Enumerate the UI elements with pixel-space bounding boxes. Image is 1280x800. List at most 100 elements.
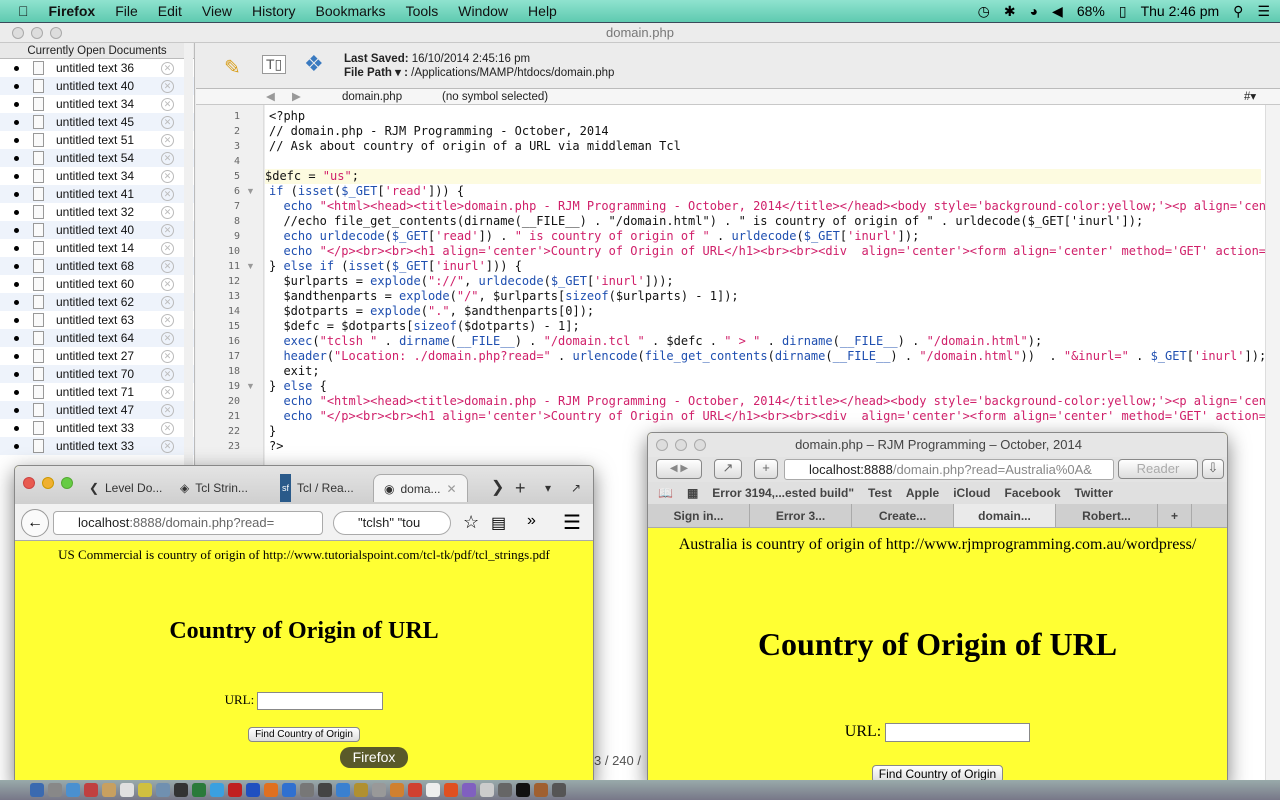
reading-list-icon[interactable]: 📖 <box>658 486 673 500</box>
document-item[interactable]: untitled text 40 ✕ <box>0 77 194 95</box>
symbol-selector[interactable]: (no symbol selected) <box>442 89 548 105</box>
close-document-icon[interactable]: ✕ <box>161 385 174 399</box>
dock-app-icon[interactable] <box>282 783 296 797</box>
minimize-button[interactable] <box>42 477 54 489</box>
close-document-icon[interactable]: ✕ <box>161 295 174 309</box>
dock-app-icon[interactable] <box>390 783 404 797</box>
document-item[interactable]: untitled text 64 ✕ <box>0 329 194 347</box>
close-document-icon[interactable]: ✕ <box>161 313 174 327</box>
dock-app-icon[interactable] <box>66 783 80 797</box>
document-item[interactable]: untitled text 36 ✕ <box>0 59 194 77</box>
dock-app-icon[interactable] <box>336 783 350 797</box>
tab-scroll-right[interactable]: ❯ <box>491 474 504 502</box>
close-document-icon[interactable]: ✕ <box>161 439 174 453</box>
dock-app-icon[interactable] <box>210 783 224 797</box>
bluetooth-icon[interactable]: ✱ <box>1004 3 1016 20</box>
close-document-icon[interactable]: ✕ <box>161 205 174 219</box>
close-button[interactable] <box>23 477 35 489</box>
dock-app-icon[interactable] <box>372 783 386 797</box>
back-button[interactable]: ← <box>21 509 49 537</box>
find-country-button[interactable]: Find Country of Origin <box>248 727 360 742</box>
overflow-icon[interactable]: » <box>527 512 536 530</box>
document-item[interactable]: untitled text 34 ✕ <box>0 167 194 185</box>
menu-help[interactable]: Help <box>528 3 557 19</box>
clipboard-icon[interactable]: ▤ <box>491 513 506 533</box>
close-document-icon[interactable]: ✕ <box>161 421 174 435</box>
time-machine-icon[interactable]: ◷ <box>978 3 990 20</box>
menu-view[interactable]: View <box>202 3 232 19</box>
fold-arrow-icon[interactable]: ▼ <box>246 259 255 274</box>
bookmark-item[interactable]: Test <box>868 486 892 500</box>
zoom-button[interactable] <box>61 477 73 489</box>
downloads-icon[interactable]: ⇩ <box>1202 459 1224 479</box>
dock-app-icon[interactable] <box>174 783 188 797</box>
dock-app-icon[interactable] <box>354 783 368 797</box>
menu-app[interactable]: Firefox <box>49 3 96 19</box>
close-document-icon[interactable]: ✕ <box>161 169 174 183</box>
tab-scroll-left[interactable]: ❮ <box>89 474 99 502</box>
dock-app-icon[interactable] <box>120 783 134 797</box>
dock-app-icon[interactable] <box>552 783 566 797</box>
close-document-icon[interactable]: ✕ <box>161 151 174 165</box>
menu-history[interactable]: History <box>252 3 296 19</box>
forward-arrow-icon[interactable]: ▶ <box>292 89 301 105</box>
document-item[interactable]: untitled text 45 ✕ <box>0 113 194 131</box>
document-item[interactable]: untitled text 54 ✕ <box>0 149 194 167</box>
editor-scrollbar[interactable] <box>1265 105 1280 783</box>
document-item[interactable]: untitled text 32 ✕ <box>0 203 194 221</box>
tab-create[interactable]: Create... <box>852 504 954 527</box>
close-document-icon[interactable]: ✕ <box>161 115 174 129</box>
tab-tcl-rea[interactable]: sf Tcl / Rea... <box>280 474 354 502</box>
close-button[interactable] <box>12 27 24 39</box>
safari-url-bar[interactable]: localhost:8888/domain.php?read=Australia… <box>784 459 1114 480</box>
document-item[interactable]: untitled text 63 ✕ <box>0 311 194 329</box>
menu-edit[interactable]: Edit <box>158 3 182 19</box>
document-item[interactable]: untitled text 71 ✕ <box>0 383 194 401</box>
document-item[interactable]: untitled text 27 ✕ <box>0 347 194 365</box>
tab-domain[interactable]: domain... <box>954 504 1056 527</box>
apple-icon[interactable]:  <box>18 3 29 19</box>
dock-app-icon[interactable] <box>534 783 548 797</box>
pencil-icon[interactable]: ✎ <box>224 55 241 80</box>
tab-domain[interactable]: ◉ doma... ✕ <box>373 474 468 502</box>
dock-app-icon[interactable] <box>480 783 494 797</box>
document-item[interactable]: untitled text 51 ✕ <box>0 131 194 149</box>
document-item[interactable]: untitled text 68 ✕ <box>0 257 194 275</box>
bookmark-item[interactable]: Apple <box>906 486 939 500</box>
url-bar[interactable]: localhost:8888/domain.php?read= <box>53 511 323 535</box>
close-document-icon[interactable]: ✕ <box>161 331 174 345</box>
new-tab-button[interactable]: + <box>1158 504 1192 527</box>
dock-app-icon[interactable] <box>156 783 170 797</box>
tab-error[interactable]: Error 3... <box>750 504 852 527</box>
list-tabs-icon[interactable]: ▾ <box>545 474 551 502</box>
dock-app-icon[interactable] <box>102 783 116 797</box>
close-document-icon[interactable]: ✕ <box>161 61 174 75</box>
url-input[interactable] <box>257 692 384 711</box>
bookmark-star-icon[interactable]: ☆ <box>463 512 479 533</box>
document-item[interactable]: untitled text 33 ✕ <box>0 437 194 455</box>
document-item[interactable]: untitled text 47 ✕ <box>0 401 194 419</box>
minimize-button[interactable] <box>675 439 687 451</box>
close-document-icon[interactable]: ✕ <box>161 133 174 147</box>
back-arrow-icon[interactable]: ◀ <box>266 89 275 105</box>
dock-app-icon[interactable] <box>462 783 476 797</box>
wifi-icon[interactable]: ◕ <box>1030 3 1038 19</box>
close-document-icon[interactable]: ✕ <box>161 403 174 417</box>
close-document-icon[interactable]: ✕ <box>161 223 174 237</box>
close-button[interactable] <box>656 439 668 451</box>
notification-center-icon[interactable]: ☰ <box>1257 3 1270 20</box>
close-document-icon[interactable]: ✕ <box>161 277 174 291</box>
volume-icon[interactable]: ◀ <box>1052 3 1063 20</box>
add-bookmark-button[interactable]: + <box>754 459 778 479</box>
document-item[interactable]: untitled text 41 ✕ <box>0 185 194 203</box>
file-selector[interactable]: domain.php <box>342 89 402 105</box>
tab-robert[interactable]: Robert... <box>1056 504 1158 527</box>
bookmark-item[interactable]: Twitter <box>1075 486 1113 500</box>
top-sites-icon[interactable]: ▦ <box>687 486 698 500</box>
close-document-icon[interactable]: ✕ <box>161 97 174 111</box>
dock-app-icon[interactable] <box>498 783 512 797</box>
dock-app-icon[interactable] <box>264 783 278 797</box>
file-path-label[interactable]: File Path ▾ : <box>344 67 408 79</box>
document-item[interactable]: untitled text 60 ✕ <box>0 275 194 293</box>
close-document-icon[interactable]: ✕ <box>161 79 174 93</box>
